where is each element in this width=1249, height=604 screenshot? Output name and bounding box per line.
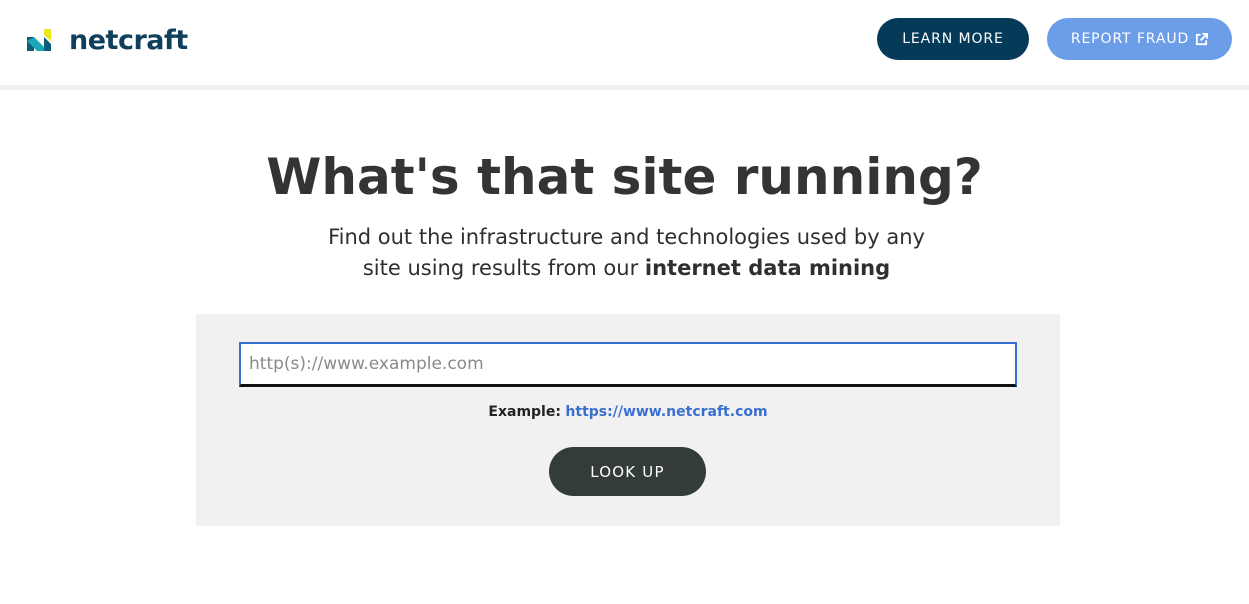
look-up-button[interactable]: LOOK UP xyxy=(549,447,706,496)
example-label: Example: xyxy=(488,404,561,420)
example-hint: Example: https://www.netcraft.com xyxy=(196,404,1060,420)
subtitle-line-2-text: site using results from our xyxy=(362,256,645,280)
page-title: What's that site running? xyxy=(266,148,983,206)
url-input[interactable] xyxy=(239,342,1017,387)
netcraft-logo-mark-icon xyxy=(27,29,51,51)
learn-more-label: LEARN MORE xyxy=(902,31,1004,47)
site-header: netcraft LEARN MORE REPORT FRAUD xyxy=(0,0,1249,85)
header-divider xyxy=(0,85,1249,90)
report-fraud-button[interactable]: REPORT FRAUD xyxy=(1047,18,1232,60)
logo-text: netcraft xyxy=(69,24,188,56)
external-link-icon xyxy=(1196,32,1209,45)
report-fraud-label: REPORT FRAUD xyxy=(1070,31,1190,47)
subtitle-line-1: Find out the infrastructure and technolo… xyxy=(328,225,925,249)
page-subtitle: Find out the infrastructure and technolo… xyxy=(0,222,1249,284)
subtitle-line-2: site using results from our internet dat… xyxy=(0,253,1249,284)
search-panel: Example: https://www.netcraft.com LOOK U… xyxy=(196,314,1060,526)
learn-more-button[interactable]: LEARN MORE xyxy=(877,18,1029,60)
internet-data-mining-text: internet data mining xyxy=(644,256,891,280)
look-up-label: LOOK UP xyxy=(590,462,665,481)
example-link[interactable]: https://www.netcraft.com xyxy=(565,404,767,420)
netcraft-logo[interactable]: netcraft xyxy=(25,24,188,56)
